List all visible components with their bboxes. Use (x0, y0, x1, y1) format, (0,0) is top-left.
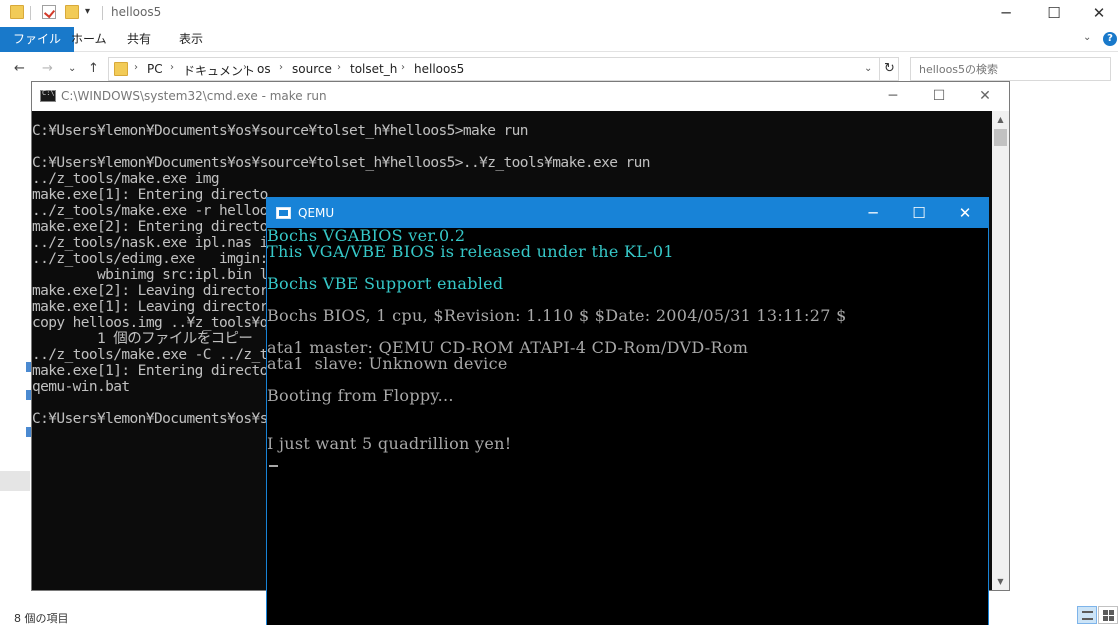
chevron-right-icon[interactable]: › (134, 62, 138, 73)
qemu-window[interactable]: QEMU ─ ☐ ✕ Bochs VGABIOS ver.0.2 This VG… (266, 197, 989, 625)
maximize-button[interactable]: ☐ (916, 82, 962, 111)
breadcrumb-tolset-h[interactable]: tolset_h (350, 62, 397, 76)
console-line: C:¥Users¥lemon¥Documents¥os¥source¥tolse… (32, 155, 650, 171)
bios-line: Bochs BIOS, 1 cpu, $Revision: 1.110 $ $D… (267, 306, 847, 325)
tab-home[interactable]: ホーム (58, 27, 120, 52)
navigation-pane (0, 86, 32, 606)
large-icons-view-button[interactable] (1098, 606, 1118, 624)
minimize-button[interactable]: ─ (870, 82, 916, 111)
ribbon-tabs: ファイル ホーム 共有 表示 (0, 27, 1118, 52)
scroll-thumb[interactable] (994, 129, 1007, 146)
text-cursor (269, 465, 278, 467)
console-line: C:¥Users¥lemon¥Documents¥os¥source¥tolse… (32, 123, 529, 139)
scrollbar[interactable]: ▲ ▼ (992, 111, 1009, 590)
breadcrumb-os[interactable]: os (257, 62, 271, 76)
large-icons-view-icon (1103, 610, 1114, 621)
up-arrow-icon[interactable]: ↑ (88, 61, 99, 76)
divider (102, 6, 103, 20)
console-line: ../z_tools/make.exe img (32, 171, 220, 187)
divider (30, 6, 31, 20)
qemu-titlebar[interactable]: QEMU ─ ☐ ✕ (267, 198, 988, 228)
console-icon (40, 89, 56, 102)
expand-ribbon-icon[interactable]: ⌄ (1083, 32, 1091, 43)
breadcrumb-source[interactable]: source (292, 62, 332, 76)
search-box[interactable] (910, 57, 1111, 81)
scroll-up-icon[interactable]: ▲ (992, 113, 1009, 127)
scroll-down-icon[interactable]: ▼ (992, 575, 1009, 589)
cmd-titlebar[interactable]: C:\WINDOWS\system32\cmd.exe - make run ─… (32, 82, 1009, 111)
chevron-right-icon[interactable]: › (170, 62, 174, 73)
details-view-icon (1082, 611, 1093, 620)
forward-arrow-icon[interactable]: → (42, 61, 53, 76)
folder-icon (114, 62, 128, 76)
bios-line: ata1 slave: Unknown device (267, 354, 508, 373)
qemu-title: QEMU (298, 206, 335, 220)
refresh-icon[interactable]: ↻ (879, 58, 899, 80)
chevron-right-icon[interactable]: › (401, 62, 405, 73)
bios-line: This VGA/VBE BIOS is released under the … (267, 242, 674, 261)
details-view-button[interactable] (1077, 606, 1097, 624)
address-bar[interactable]: › PC › ドキュメント › os › source › tolset_h ›… (108, 57, 899, 81)
back-arrow-icon[interactable]: ← (14, 61, 25, 76)
new-folder-icon[interactable] (65, 5, 79, 19)
bios-line: Bochs VBE Support enabled (267, 274, 504, 293)
app-icon (276, 207, 291, 219)
breadcrumb-helloos5[interactable]: helloos5 (414, 62, 464, 76)
bios-line: Booting from Floppy... (267, 386, 454, 405)
emulator-screen[interactable]: Bochs VGABIOS ver.0.2 This VGA/VBE BIOS … (267, 228, 988, 625)
chevron-right-icon[interactable]: › (279, 62, 283, 73)
breadcrumb-pc[interactable]: PC (147, 62, 163, 76)
maximize-button[interactable]: ☐ (1031, 0, 1077, 27)
explorer-titlebar: ▾ helloos5 ─ ☐ ✕ (0, 0, 1118, 27)
chevron-right-icon[interactable]: › (243, 62, 247, 73)
cmd-title: C:\WINDOWS\system32\cmd.exe - make run (61, 89, 327, 103)
search-input[interactable] (911, 58, 1110, 80)
close-button[interactable]: ✕ (1076, 0, 1118, 27)
item-count: 8 個の項目 (14, 612, 69, 625)
minimize-button[interactable]: ─ (983, 0, 1029, 27)
quick-access-dropdown-icon[interactable]: ▾ (85, 6, 90, 17)
chevron-right-icon[interactable]: › (337, 62, 341, 73)
properties-icon[interactable] (42, 5, 56, 19)
minimize-button[interactable]: ─ (850, 198, 896, 228)
close-button[interactable]: ✕ (942, 198, 988, 228)
window-title: helloos5 (111, 5, 162, 19)
tab-view[interactable]: 表示 (166, 27, 216, 52)
os-message: I just want 5 quadrillion yen! (267, 434, 512, 453)
help-icon[interactable]: ? (1103, 32, 1117, 46)
maximize-button[interactable]: ☐ (896, 198, 942, 228)
tab-share[interactable]: 共有 (114, 27, 164, 52)
recent-locations-icon[interactable]: ⌄ (68, 63, 76, 74)
chevron-down-icon[interactable]: ⌄ (864, 63, 872, 74)
selected-nav-item[interactable] (0, 471, 30, 491)
close-button[interactable]: ✕ (962, 82, 1008, 111)
folder-icon (10, 5, 24, 19)
